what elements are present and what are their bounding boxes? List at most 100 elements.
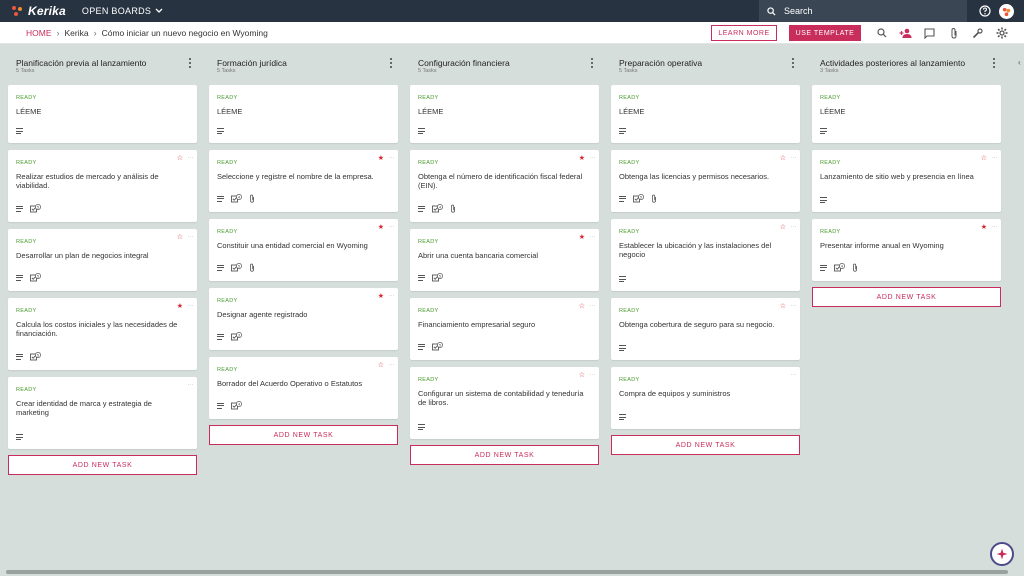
task-card[interactable]: READY LÉEME	[611, 85, 800, 143]
add-person-icon[interactable]	[899, 27, 912, 40]
more-horizontal-icon[interactable]: …	[590, 302, 596, 308]
more-horizontal-icon[interactable]: …	[188, 381, 194, 387]
add-new-task-button[interactable]: ADD NEW TASK	[410, 445, 599, 465]
horizontal-scrollbar[interactable]	[6, 570, 1008, 574]
task-card[interactable]: READY LÉEME	[410, 85, 599, 143]
task-card[interactable]: READY Compra de equipos y suministros…	[611, 367, 800, 429]
more-vertical-icon[interactable]	[790, 57, 796, 69]
paperclip-icon	[250, 194, 254, 203]
help-icon[interactable]	[979, 5, 991, 17]
open-boards-menu[interactable]: OPEN BOARDS	[82, 6, 163, 16]
star-outline-icon[interactable]: ☆	[981, 155, 987, 162]
more-horizontal-icon[interactable]: …	[791, 154, 797, 160]
star-outline-icon[interactable]: ☆	[177, 234, 183, 241]
description-icon	[418, 274, 425, 281]
task-status: READY	[619, 160, 640, 166]
breadcrumb-home[interactable]: HOME	[26, 28, 52, 38]
checklist-count: 4	[841, 264, 843, 268]
more-horizontal-icon[interactable]: …	[188, 233, 194, 239]
more-horizontal-icon[interactable]: …	[389, 154, 395, 160]
more-horizontal-icon[interactable]: …	[188, 154, 194, 160]
task-card[interactable]: READY Calcula los costos iniciales y las …	[8, 298, 197, 370]
checklist-icon: 4	[231, 194, 242, 203]
kerika-logo[interactable]: Kerika	[10, 4, 66, 18]
task-card[interactable]: READY Seleccione y registre el nombre de …	[209, 150, 398, 212]
paperclip-icon[interactable]	[947, 27, 960, 40]
task-card[interactable]: READY Realizar estudios de mercado y anál…	[8, 150, 197, 222]
task-card[interactable]: READY Presentar informe anual en Wyoming ★…	[812, 219, 1001, 281]
task-title: Compra de equipos y suministros	[619, 389, 731, 398]
column-title[interactable]: Planificación previa al lanzamiento	[16, 58, 146, 68]
more-vertical-icon[interactable]	[589, 57, 595, 69]
more-vertical-icon[interactable]	[187, 57, 193, 69]
task-card[interactable]: READY Lanzamiento de sitio web y presenci…	[812, 150, 1001, 212]
star-filled-icon[interactable]: ★	[579, 155, 585, 162]
more-vertical-icon[interactable]	[388, 57, 394, 69]
description-icon	[418, 205, 425, 212]
star-outline-icon[interactable]: ☆	[579, 372, 585, 379]
search-icon[interactable]	[875, 27, 888, 40]
task-card[interactable]: READY Obtenga el número de identificación…	[410, 150, 599, 222]
more-horizontal-icon[interactable]: …	[992, 223, 998, 229]
more-horizontal-icon[interactable]: …	[791, 223, 797, 229]
avatar[interactable]	[999, 3, 1014, 19]
add-new-task-button[interactable]: ADD NEW TASK	[209, 425, 398, 445]
search-box[interactable]: Search	[759, 0, 967, 22]
chat-icon[interactable]	[923, 27, 936, 40]
task-status: READY	[418, 95, 439, 101]
task-card[interactable]: READY Crear identidad de marca y estrateg…	[8, 377, 197, 449]
more-horizontal-icon[interactable]: …	[791, 302, 797, 308]
star-filled-icon[interactable]: ★	[378, 293, 384, 300]
task-card[interactable]: READY Designar agente registrado ★ … 3	[209, 288, 398, 350]
star-filled-icon[interactable]: ★	[177, 303, 183, 310]
star-outline-icon[interactable]: ☆	[780, 303, 786, 310]
task-card[interactable]: READY Borrador del Acuerdo Operativo o Es…	[209, 357, 398, 419]
learn-more-button[interactable]: LEARN MORE	[711, 25, 777, 41]
more-horizontal-icon[interactable]: …	[389, 223, 395, 229]
star-filled-icon[interactable]: ★	[378, 155, 384, 162]
more-horizontal-icon[interactable]: …	[791, 371, 797, 377]
more-horizontal-icon[interactable]: …	[590, 371, 596, 377]
star-outline-icon[interactable]: ☆	[780, 224, 786, 231]
more-horizontal-icon[interactable]: …	[389, 361, 395, 367]
star-filled-icon[interactable]: ★	[981, 224, 987, 231]
column-title[interactable]: Configuración financiera	[418, 58, 510, 68]
star-filled-icon[interactable]: ★	[378, 224, 384, 231]
column-title[interactable]: Actividades posteriores al lanzamiento	[820, 58, 965, 68]
task-status: READY	[619, 229, 640, 235]
task-card[interactable]: READY LÉEME	[812, 85, 1001, 143]
more-horizontal-icon[interactable]: …	[590, 154, 596, 160]
star-outline-icon[interactable]: ☆	[579, 303, 585, 310]
add-new-task-button[interactable]: ADD NEW TASK	[611, 435, 800, 455]
checklist-icon: 4	[834, 263, 845, 272]
task-card[interactable]: READY Configurar un sistema de contabilid…	[410, 367, 599, 439]
add-new-task-button[interactable]: ADD NEW TASK	[8, 455, 197, 475]
column-title[interactable]: Formación jurídica	[217, 58, 287, 68]
task-card[interactable]: READY Obtenga cobertura de seguro para su…	[611, 298, 800, 360]
task-title: Financiamiento empresarial seguro	[418, 320, 536, 329]
assistant-button[interactable]	[990, 542, 1014, 566]
task-card[interactable]: READY Establecer la ubicación y las insta…	[611, 219, 800, 291]
gear-icon[interactable]	[995, 27, 1008, 40]
star-filled-icon[interactable]: ★	[579, 234, 585, 241]
star-outline-icon[interactable]: ☆	[780, 155, 786, 162]
more-horizontal-icon[interactable]: …	[188, 302, 194, 308]
more-horizontal-icon[interactable]: …	[590, 233, 596, 239]
task-card[interactable]: READY Obtenga las licencias y permisos ne…	[611, 150, 800, 212]
wrench-icon[interactable]	[971, 27, 984, 40]
task-card[interactable]: READY Desarrollar un plan de negocios int…	[8, 229, 197, 291]
star-outline-icon[interactable]: ☆	[378, 362, 384, 369]
task-card[interactable]: READY LÉEME	[8, 85, 197, 143]
more-horizontal-icon[interactable]: …	[992, 154, 998, 160]
use-template-button[interactable]: USE TEMPLATE	[789, 25, 861, 41]
star-outline-icon[interactable]: ☆	[177, 155, 183, 162]
task-card[interactable]: READY LÉEME	[209, 85, 398, 143]
add-new-task-button[interactable]: ADD NEW TASK	[812, 287, 1001, 307]
task-card[interactable]: READY Financiamiento empresarial seguro ☆ ……	[410, 298, 599, 360]
task-card[interactable]: READY Abrir una cuenta bancaria comercial…	[410, 229, 599, 291]
breadcrumb-account[interactable]: Kerika	[65, 28, 89, 38]
column-title[interactable]: Preparación operativa	[619, 58, 702, 68]
more-vertical-icon[interactable]	[991, 57, 997, 69]
more-horizontal-icon[interactable]: …	[389, 292, 395, 298]
task-card[interactable]: READY Constituir una entidad comercial en…	[209, 219, 398, 281]
